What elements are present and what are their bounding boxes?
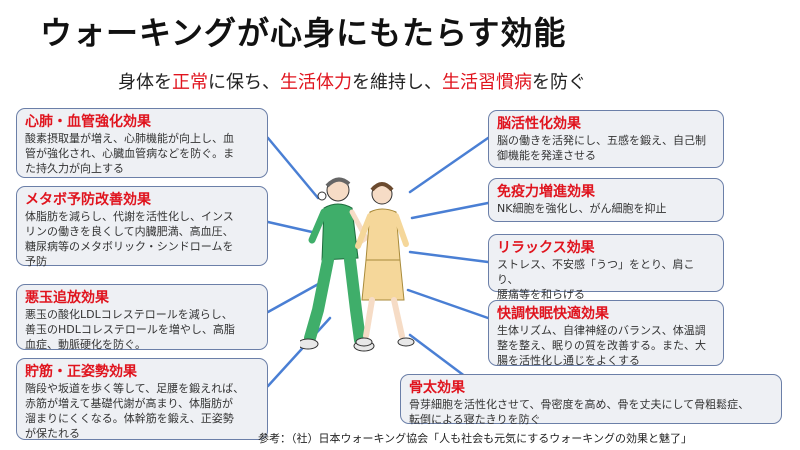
card-body: 生体リズム、自律神経のバランス、体温調 整を整え、眠りの質を改善する。また、大 … [497,324,706,367]
card-title: 骨太効果 [409,380,465,396]
card-body: 骨芽細胞を活性化させて、骨密度を高め、骨を丈夫にして骨粗鬆症、 転倒による寝たき… [409,398,750,426]
card-title: 快調快眠快適効果 [497,306,609,322]
card-body: 酸素摂取量が増え、心肺機能が向上し、血 管が強化され、心臓血管病などを防ぐ。ま … [25,132,235,175]
benefit-card-metabolic: メタボ予防改善効果 体脂肪を減らし、代謝を活性化し、インス リンの働きを良くして… [16,186,268,268]
connector-line [410,201,490,220]
connector-line [408,136,490,194]
card-body: 体脂肪を減らし、代謝を活性化し、インス リンの働きを良くして内臓肥満、高血圧、 … [25,210,234,268]
walking-woman-figure [355,182,415,347]
card-title: リラックス効果 [497,240,595,256]
walking-couple-illustration [300,177,415,352]
connector-line [406,288,490,320]
benefit-card-sleep: 快調快眠快適効果 生体リズム、自律神経のバランス、体温調 整を整え、眠りの質を改… [488,300,724,367]
benefit-card-brain: 脳活性化効果 脳の働きを活発にし、五感を鍛え、自己制 御機能を発達させる [488,110,724,168]
benefit-card-bone: 骨太効果 骨芽細胞を活性化させて、骨密度を高め、骨を丈夫にして骨粗鬆症、 転倒に… [400,374,782,426]
card-body: 悪玉の酸化LDLコレステロールを減らし、 善玉のHDLコレステロールを増やし、高… [25,308,235,351]
card-title: メタボ予防改善効果 [25,192,151,208]
card-title: 免疫力増進効果 [497,184,595,200]
card-body: ストレス、不安感「うつ」をとり、肩こり、 腰痛等を和らげる [497,258,695,301]
connector-line [408,250,490,264]
benefit-card-cholesterol: 悪玉追放効果 悪玉の酸化LDLコレステロールを減らし、 善玉のHDLコレステロー… [16,284,268,351]
card-body: 階段や坂道を歩く等して、足腰を鍛えれば、 赤筋が増えて基礎代謝が高まり、体脂肪が… [25,382,245,440]
card-body: NK細胞を強化し、がん細胞を抑止 [497,202,667,215]
walking-man-figure [300,177,375,352]
card-body: 脳の働きを活発にし、五感を鍛え、自己制 御機能を発達させる [497,134,706,162]
benefit-card-cardiopulmonary: 心肺・血管強化効果 酸素摂取量が増え、心肺機能が向上し、血 管が強化され、心臓血… [16,108,268,178]
card-title: 心肺・血管強化効果 [25,114,151,130]
benefit-card-relax: リラックス効果 ストレス、不安感「うつ」をとり、肩こり、 腰痛等を和らげる [488,234,724,301]
benefit-card-posture: 貯筋・正姿勢効果 階段や坂道を歩く等して、足腰を鍛えれば、 赤筋が増えて基礎代謝… [16,358,268,440]
card-title: 貯筋・正姿勢効果 [25,364,137,380]
card-title: 脳活性化効果 [497,116,581,132]
benefit-card-immunity: 免疫力増進効果 NK細胞を強化し、がん細胞を抑止 [488,178,724,222]
card-title: 悪玉追放効果 [25,290,109,306]
source-citation: 参考：（社）日本ウォーキング協会「人も社会も元気にするウォーキングの効果と魅了」 [258,432,692,445]
